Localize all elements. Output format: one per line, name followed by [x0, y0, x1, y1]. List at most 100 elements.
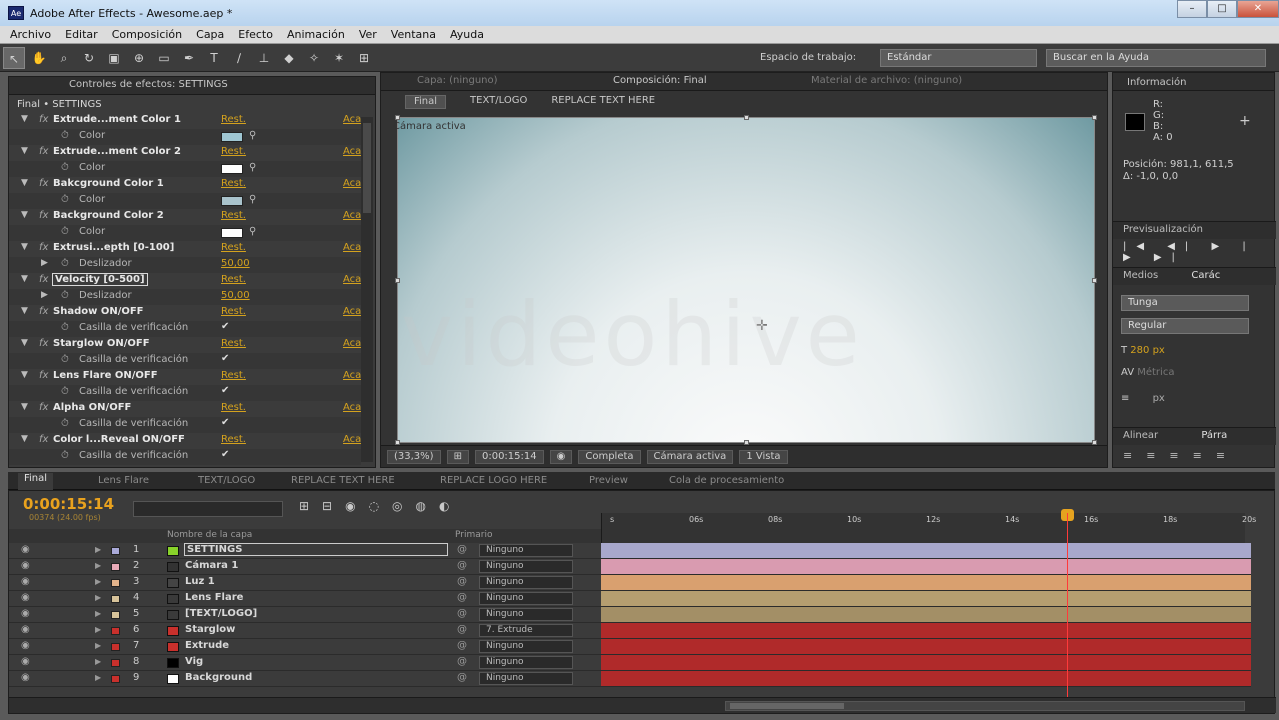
- font-style-select[interactable]: Regular: [1121, 318, 1249, 334]
- label-color[interactable]: [111, 563, 120, 571]
- effect-property-row[interactable]: ⏱ Casilla de verificación ✔: [9, 385, 361, 401]
- pan-behind-tool-icon[interactable]: ⊕: [128, 47, 150, 69]
- stopwatch-icon[interactable]: ⏱: [61, 162, 69, 173]
- brush-tool-icon[interactable]: ∕: [228, 47, 250, 69]
- about-link[interactable]: Aca: [343, 178, 361, 189]
- layer-row[interactable]: ◉ ▶ 6 Starglow @7. Extrude: [9, 623, 601, 639]
- expand-triangle-icon[interactable]: ▼: [21, 274, 28, 284]
- time-ruler[interactable]: s 06s 08s 10s 12s 14s 16s 18s 20s: [601, 513, 1256, 543]
- flow-item-final[interactable]: Final: [405, 95, 447, 109]
- reset-link[interactable]: Rest.: [221, 274, 246, 285]
- expand-triangle-icon[interactable]: ▶: [95, 641, 101, 650]
- visibility-eye-icon[interactable]: ◉: [21, 544, 30, 555]
- stopwatch-icon[interactable]: ⏱: [61, 290, 69, 301]
- parent-select[interactable]: Ninguno: [479, 608, 573, 621]
- reset-link[interactable]: Rest.: [221, 306, 246, 317]
- label-color[interactable]: [111, 547, 120, 555]
- effect-row[interactable]: ▼ fx Bakcground Color 1 Rest. Aca: [9, 177, 361, 193]
- label-color[interactable]: [111, 627, 120, 635]
- help-search-input[interactable]: Buscar en la Ayuda: [1046, 49, 1266, 67]
- effect-row[interactable]: ▼ fx Extrude...ment Color 2 Rest. Aca: [9, 145, 361, 161]
- transform-handle[interactable]: [1092, 278, 1097, 283]
- timeline-scrollbar[interactable]: [725, 701, 1245, 711]
- fx-icon[interactable]: fx: [39, 274, 48, 285]
- mask-tool-icon[interactable]: ▭: [153, 47, 175, 69]
- visibility-eye-icon[interactable]: ◉: [21, 576, 30, 587]
- about-link[interactable]: Aca: [343, 114, 361, 125]
- pickwhip-icon[interactable]: @: [457, 640, 467, 651]
- effect-row[interactable]: ▼ fx Lens Flare ON/OFF Rest. Aca: [9, 369, 361, 385]
- layer-row[interactable]: ◉ ▶ 3 Luz 1 @ Ninguno: [9, 575, 601, 591]
- visibility-eye-icon[interactable]: ◉: [21, 624, 30, 635]
- about-link[interactable]: Aca: [343, 370, 361, 381]
- col-layer-name[interactable]: Nombre de la capa: [167, 530, 252, 540]
- color-swatch[interactable]: [221, 164, 243, 174]
- layer-name[interactable]: Luz 1: [185, 576, 215, 587]
- reset-link[interactable]: Rest.: [221, 114, 246, 125]
- stopwatch-icon[interactable]: ⏱: [61, 322, 69, 333]
- reset-link[interactable]: Rest.: [221, 146, 246, 157]
- visibility-eye-icon[interactable]: ◉: [21, 592, 30, 603]
- pickwhip-icon[interactable]: @: [457, 560, 467, 571]
- workspace-select[interactable]: Estándar: [880, 49, 1037, 67]
- menu-item[interactable]: Animación: [287, 28, 345, 41]
- layer-row[interactable]: ◉ ▶ 7 Extrude @ Ninguno: [9, 639, 601, 655]
- stopwatch-icon[interactable]: ⏱: [61, 386, 69, 397]
- reset-link[interactable]: Rest.: [221, 370, 246, 381]
- layer-name[interactable]: Vig: [185, 656, 203, 667]
- expand-triangle-icon[interactable]: ▶: [95, 625, 101, 634]
- expand-triangle-icon[interactable]: ▶: [95, 577, 101, 586]
- puppet-tool-icon[interactable]: ✶: [328, 47, 350, 69]
- tab-paragraph[interactable]: Párra: [1201, 430, 1227, 441]
- layer-row[interactable]: ◉ ▶ 1 SETTINGS @ Ninguno: [9, 543, 601, 559]
- stopwatch-icon[interactable]: ⏱: [61, 418, 69, 429]
- minimize-icon[interactable]: –: [1177, 0, 1207, 18]
- zoom-tool-icon[interactable]: ⌕: [53, 47, 75, 69]
- layer-duration-bar[interactable]: [601, 575, 1251, 591]
- fx-icon[interactable]: fx: [39, 402, 48, 413]
- expand-triangle-icon[interactable]: ▶: [95, 609, 101, 618]
- stopwatch-icon[interactable]: ⏱: [61, 194, 69, 205]
- layer-row[interactable]: ◉ ▶ 4 Lens Flare @ Ninguno: [9, 591, 601, 607]
- effect-property-row[interactable]: ⏱ Casilla de verificación ✔: [9, 353, 361, 369]
- checkbox-checked[interactable]: ✔: [221, 417, 229, 428]
- resolution-select[interactable]: Completa: [578, 449, 641, 464]
- selection-tool-icon[interactable]: ↖: [3, 46, 25, 69]
- layer-row[interactable]: ◉ ▶ 8 Vig @ Ninguno: [9, 655, 601, 671]
- zoom-select[interactable]: (33,3%): [387, 449, 441, 464]
- effect-row[interactable]: ▼ fx Color l...Reveal ON/OFF Rest. Aca: [9, 433, 361, 449]
- layer-row[interactable]: ◉ ▶ 9 Background @ Ninguno: [9, 671, 601, 687]
- effect-row[interactable]: ▼ fx Extrude...ment Color 1 Rest. Aca: [9, 113, 361, 129]
- layer-duration-bar[interactable]: [601, 623, 1251, 639]
- menu-item[interactable]: Composición: [112, 28, 182, 41]
- effect-property-row[interactable]: ⏱ Color ⚲: [9, 225, 361, 241]
- effect-property-row[interactable]: ⏱ Color ⚲: [9, 161, 361, 177]
- effect-scrollbar[interactable]: [361, 117, 373, 462]
- snapshot-icon[interactable]: ◉: [549, 449, 573, 464]
- about-link[interactable]: Aca: [343, 434, 361, 445]
- visibility-eye-icon[interactable]: ◉: [21, 672, 30, 683]
- tab-media[interactable]: Medios: [1123, 270, 1158, 281]
- stopwatch-icon[interactable]: ⏱: [61, 258, 69, 269]
- parent-select[interactable]: Ninguno: [479, 640, 573, 653]
- layer-name[interactable]: Lens Flare: [185, 592, 243, 603]
- expand-triangle-icon[interactable]: ▼: [21, 210, 28, 220]
- layer-name[interactable]: Cámara 1: [185, 560, 238, 571]
- expand-triangle-icon[interactable]: ▼: [21, 114, 28, 124]
- about-link[interactable]: Aca: [343, 402, 361, 413]
- font-size-value[interactable]: 280 px: [1130, 345, 1165, 356]
- layer-name[interactable]: Starglow: [185, 624, 235, 635]
- tab-timeline-comp[interactable]: REPLACE LOGO HERE: [440, 475, 547, 486]
- layer-name[interactable]: Extrude: [185, 640, 229, 651]
- preview-controls[interactable]: |◀ ◀| ▶ |▶ ▶|: [1123, 241, 1268, 263]
- reset-link[interactable]: Rest.: [221, 338, 246, 349]
- stopwatch-icon[interactable]: ⏱: [61, 226, 69, 237]
- layer-duration-bar[interactable]: [601, 639, 1251, 655]
- eyedropper-icon[interactable]: ⚲: [249, 130, 256, 141]
- about-link[interactable]: Aca: [343, 338, 361, 349]
- eyedropper-icon[interactable]: ⚲: [249, 162, 256, 173]
- label-color[interactable]: [111, 643, 120, 651]
- expand-triangle-icon[interactable]: ▼: [21, 146, 28, 156]
- pickwhip-icon[interactable]: @: [457, 672, 467, 683]
- fx-icon[interactable]: fx: [39, 306, 48, 317]
